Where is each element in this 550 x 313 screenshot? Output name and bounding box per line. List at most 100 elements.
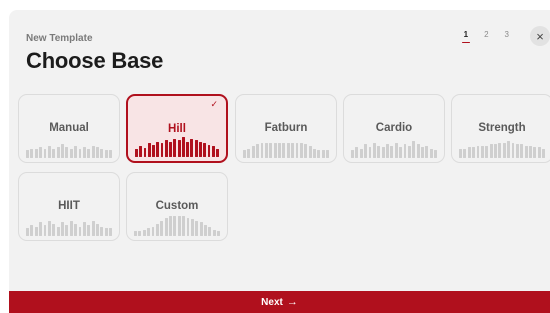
close-button[interactable]: × — [530, 26, 550, 46]
profile-bar — [390, 145, 394, 158]
profile-bar — [463, 148, 467, 158]
card-label: Hill — [168, 123, 186, 135]
profile-bar — [381, 147, 385, 158]
profile-bar — [91, 220, 95, 236]
profile-bar — [467, 147, 471, 158]
workout-profile — [243, 138, 330, 158]
template-panel: New Template Choose Base 1 2 3 × Manual H… — [9, 10, 550, 313]
profile-bar — [243, 150, 246, 158]
next-button[interactable]: Next → — [9, 291, 550, 313]
profile-bar — [533, 147, 537, 158]
profile-bar — [177, 140, 181, 157]
profile-bar — [211, 146, 215, 157]
profile-bar — [109, 150, 113, 158]
card-fatburn[interactable]: Fatburn — [235, 94, 337, 163]
profile-bar — [251, 145, 255, 158]
card-strength[interactable]: Strength — [451, 94, 550, 163]
profile-bar — [26, 228, 29, 236]
card-cardio[interactable]: Cardio — [343, 94, 445, 163]
arrow-right-icon: → — [286, 296, 298, 308]
card-label: HIIT — [58, 200, 80, 212]
profile-bar — [247, 148, 251, 158]
profile-bar — [291, 142, 295, 158]
profile-bar — [65, 147, 69, 158]
close-icon: × — [536, 28, 544, 44]
card-label: Strength — [478, 122, 526, 134]
profile-bar — [299, 142, 303, 158]
profile-bar — [399, 147, 403, 158]
profile-bar — [377, 145, 381, 158]
profile-bar — [515, 144, 519, 158]
profile-bar — [472, 147, 476, 158]
profile-bar — [39, 147, 43, 158]
profile-bar — [207, 144, 211, 157]
profile-bar — [190, 138, 194, 157]
profile-bar — [82, 222, 86, 236]
profile-bar — [34, 148, 38, 158]
profile-bar — [273, 142, 277, 158]
card-label: Cardio — [375, 122, 413, 134]
card-manual[interactable]: Manual — [18, 94, 120, 163]
profile-bar — [489, 144, 493, 158]
profile-bar — [524, 145, 528, 158]
profile-bar — [78, 148, 82, 158]
profile-bar — [421, 147, 424, 158]
profile-bar — [194, 140, 198, 157]
profile-bar — [368, 147, 372, 158]
profile-bar — [160, 220, 164, 236]
profile-bar — [217, 231, 221, 236]
step-indicator: 1 2 3 — [461, 30, 510, 43]
profile-bar — [182, 216, 186, 236]
step-3[interactable]: 3 — [504, 30, 510, 43]
profile-bar — [47, 145, 51, 158]
card-custom[interactable]: Custom — [126, 172, 228, 241]
profile-bar — [61, 144, 64, 158]
workout-profile — [351, 138, 438, 158]
workout-profile — [134, 216, 221, 236]
profile-bar — [511, 142, 515, 158]
profile-bar — [529, 145, 532, 158]
profile-bar — [403, 144, 407, 158]
profile-bar — [372, 142, 376, 158]
profile-bar — [134, 231, 137, 236]
profile-bar — [43, 225, 47, 236]
workout-profile — [26, 138, 113, 158]
profile-bar — [502, 142, 506, 158]
profile-bar — [313, 148, 316, 158]
profile-bar — [434, 150, 438, 158]
profile-bar — [256, 144, 260, 158]
profile-bar — [100, 226, 104, 236]
profile-bar — [155, 223, 159, 236]
profile-bar — [78, 226, 82, 236]
step-2[interactable]: 2 — [483, 30, 489, 43]
profile-bar — [295, 142, 299, 158]
page-subtitle: New Template — [26, 33, 93, 44]
profile-bar — [87, 225, 91, 236]
profile-bar — [151, 226, 155, 236]
profile-bar — [143, 147, 147, 157]
profile-bar — [43, 148, 47, 158]
profile-bar — [520, 144, 524, 158]
profile-bar — [100, 148, 104, 158]
profile-bar — [429, 148, 433, 158]
profile-bar — [195, 220, 199, 236]
profile-bar — [282, 142, 286, 158]
profile-bar — [407, 145, 411, 158]
profile-bar — [74, 145, 78, 158]
profile-bar — [412, 141, 416, 158]
card-hiit[interactable]: HIIT — [18, 172, 120, 241]
profile-bar — [139, 146, 143, 157]
profile-bar — [212, 229, 216, 236]
profile-bar — [186, 141, 190, 157]
profile-bar — [359, 148, 363, 158]
profile-bar — [34, 226, 38, 236]
next-label: Next — [261, 296, 283, 308]
card-hill[interactable]: Hill ✓ — [126, 94, 228, 163]
profile-bar — [160, 143, 164, 157]
page-title: Choose Base — [26, 48, 164, 73]
step-1[interactable]: 1 — [461, 30, 471, 43]
profile-bar — [169, 141, 172, 157]
profile-bar — [351, 150, 354, 158]
profile-bar — [56, 226, 60, 236]
checkmark-icon: ✓ — [210, 99, 218, 109]
